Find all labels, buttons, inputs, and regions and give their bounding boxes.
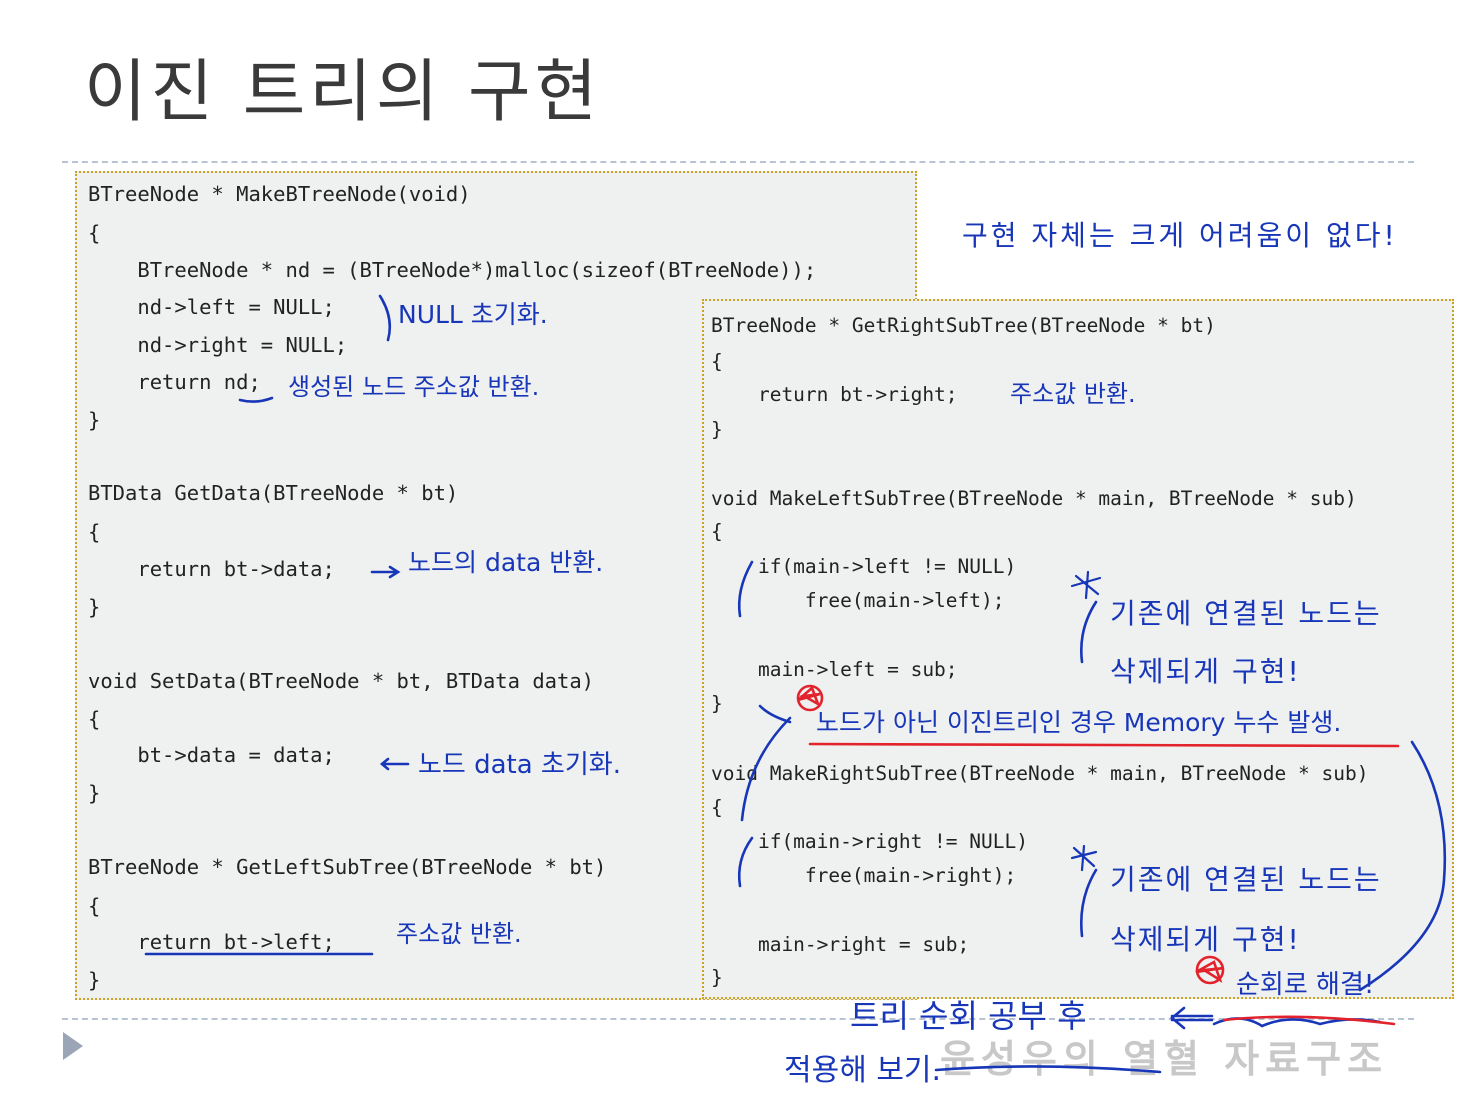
ink-strokes bbox=[144, 294, 1447, 1074]
